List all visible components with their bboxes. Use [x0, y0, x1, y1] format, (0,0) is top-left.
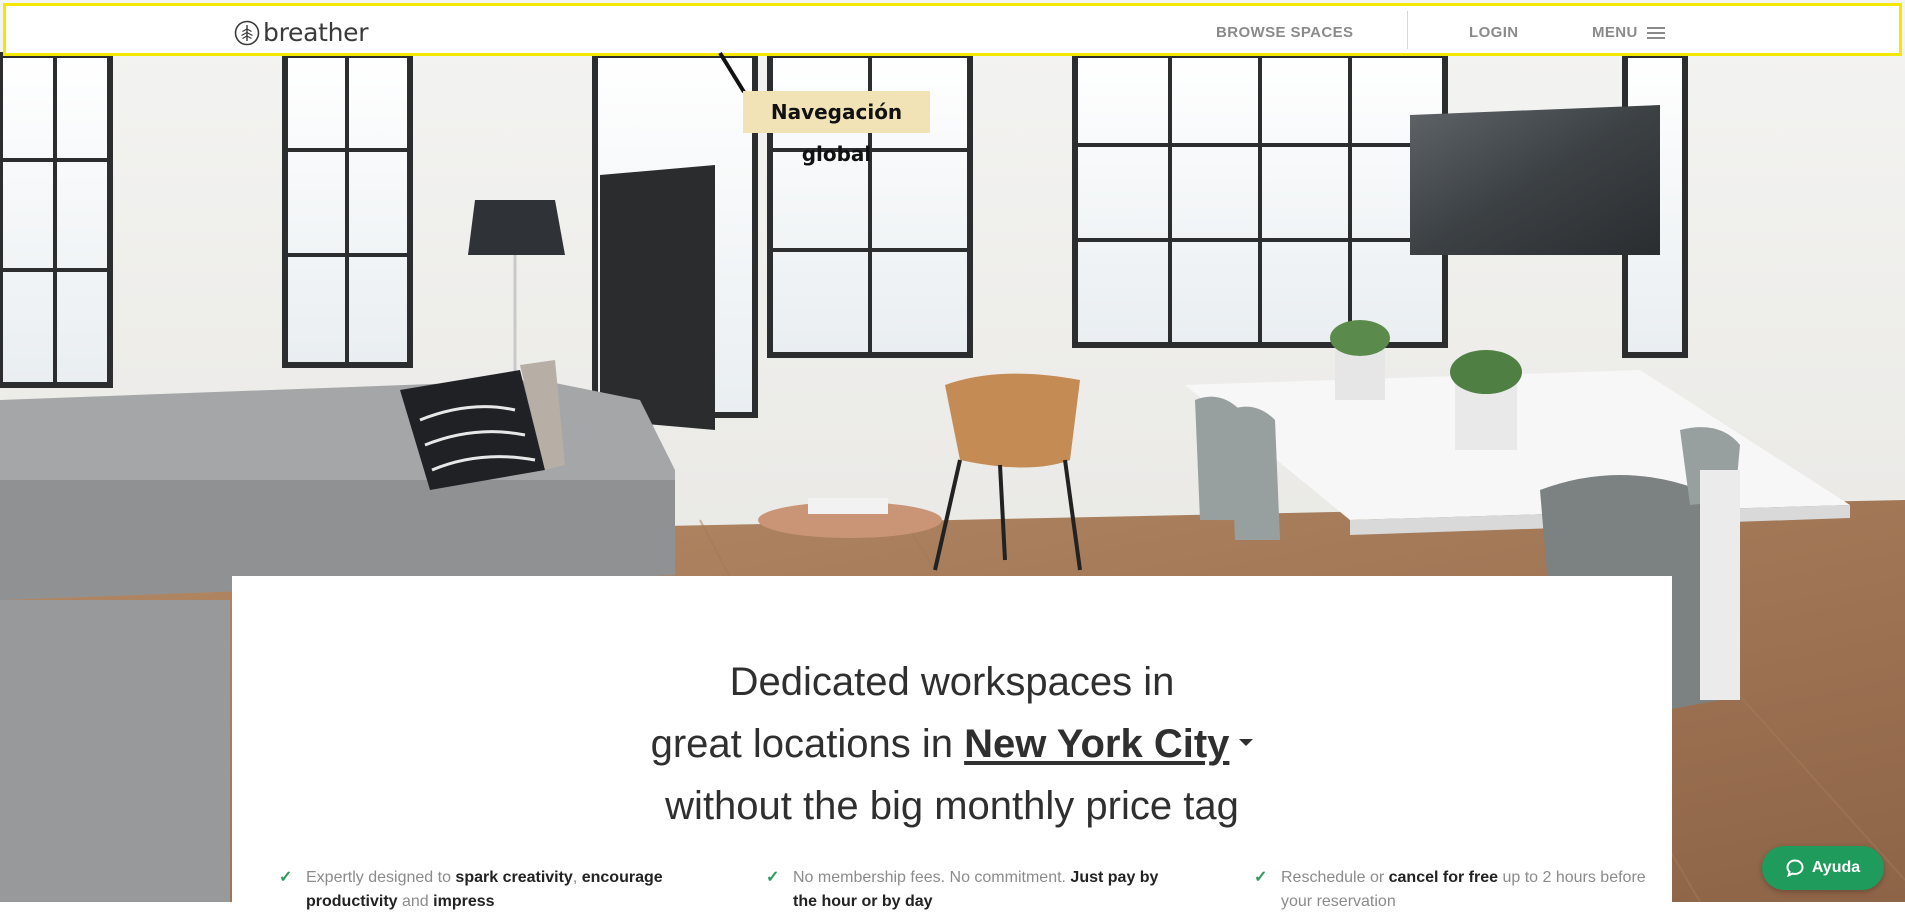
- caret-down-icon: [1239, 738, 1254, 746]
- headline-line-2: great locations in New York City: [232, 713, 1672, 775]
- city-name: New York City: [964, 722, 1230, 766]
- feature-item: ✓ Expertly designed to spark creativity,…: [279, 866, 686, 914]
- city-selector[interactable]: New York City: [964, 722, 1254, 766]
- feature-item: ✓ No membership fees. No commitment. Jus…: [766, 866, 1173, 914]
- annotation-label: Navegación global: [743, 91, 930, 166]
- check-icon: ✓: [766, 869, 780, 886]
- check-icon: ✓: [279, 869, 293, 886]
- help-chat-button[interactable]: Ayuda: [1762, 846, 1884, 890]
- headline-line-1: Dedicated workspaces in: [729, 660, 1175, 704]
- feature-highlight: spark creativity: [455, 869, 573, 886]
- headline-line-2-prefix: great locations in: [650, 722, 953, 766]
- feature-highlight: cancel for free: [1388, 869, 1499, 886]
- hero-card: Dedicated workspaces in great locations …: [232, 576, 1672, 910]
- check-icon: ✓: [1254, 869, 1268, 886]
- hero-headline: Dedicated workspaces in great locations …: [232, 651, 1672, 837]
- chat-bubble-icon: [1786, 859, 1804, 877]
- feature-text: ,: [572, 869, 582, 886]
- feature-text: No membership fees. No commitment.: [793, 869, 1071, 886]
- feature-text: Reschedule or: [1281, 869, 1389, 886]
- headline-line-3: without the big monthly price tag: [665, 784, 1239, 828]
- help-label: Ayuda: [1811, 859, 1861, 876]
- feature-item: ✓ Reschedule or cancel for free up to 2 …: [1254, 866, 1661, 914]
- feature-text: Expertly designed to: [306, 869, 456, 886]
